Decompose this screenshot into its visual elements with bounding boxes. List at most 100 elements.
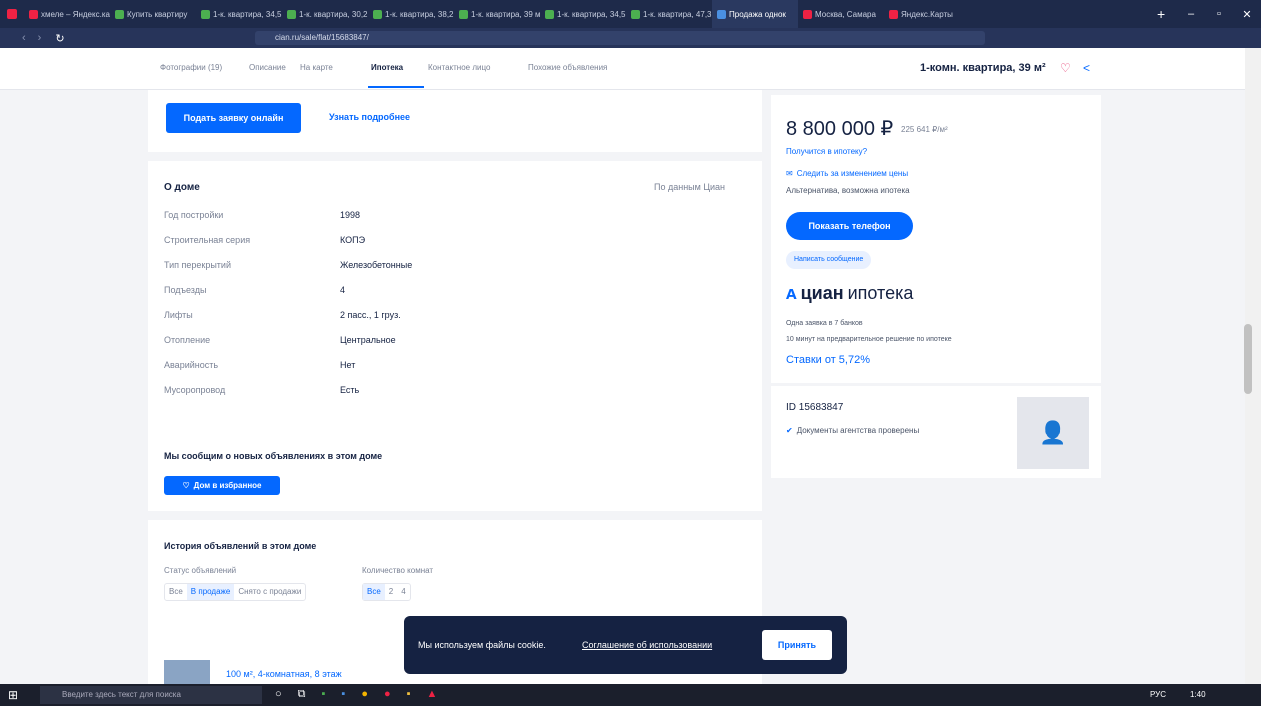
listing-title: 1-комн. квартира, 39 м² — [920, 62, 1046, 74]
cookie-text: Мы используем файлы cookie. — [418, 640, 546, 650]
rates-link[interactable]: Ставки от 5,72% — [786, 354, 870, 366]
nav-map[interactable]: На карте — [300, 63, 333, 72]
scrollbar-thumb[interactable] — [1244, 324, 1252, 394]
house-prop-label: Аварийность — [164, 360, 219, 370]
browser-tab[interactable]: Яндекс.Карты — [884, 0, 970, 28]
tab-label: Москва, Самара — [815, 9, 876, 19]
nav-photos[interactable]: Фотографии (19) — [160, 63, 222, 72]
new-tab-button[interactable]: + — [1157, 6, 1177, 22]
tab-favicon-icon — [459, 9, 468, 19]
browser-tab[interactable]: 1-к. квартира, 39 м — [454, 0, 540, 28]
sale-note: Альтернатива, возможна ипотека — [786, 186, 910, 195]
tab-favicon-icon — [717, 9, 726, 19]
browser-tab[interactable]: 1-к. квартира, 30,2 м — [282, 0, 368, 28]
tab-label: хмеле – Яндекс.ка — [41, 9, 110, 19]
cookie-link[interactable]: Соглашение об использовании — [582, 640, 712, 650]
tab-favicon-icon — [889, 9, 898, 19]
house-prop-value: Есть — [340, 385, 360, 395]
explorer-icon[interactable]: ▪ — [407, 688, 411, 701]
learn-more-link[interactable]: Узнать подробнее — [329, 112, 410, 122]
window-maximize-icon[interactable]: ▫ — [1205, 8, 1233, 20]
tab-label: 1-к. квартира, 30,2 м — [299, 9, 368, 19]
taskbar-lang: РУС — [1150, 690, 1167, 699]
taskbar-time: 1:40 — [1190, 690, 1206, 699]
house-favorite-label: Дом в избранное — [193, 481, 262, 490]
ipoteka-line-2: 10 минут на предварительное решение по и… — [786, 336, 952, 343]
browser-tab[interactable]: 1-к. квартира, 38,2 м — [368, 0, 454, 28]
house-prop-label: Строительная серия — [164, 235, 251, 245]
status-on-sale[interactable]: В продаже — [186, 584, 235, 600]
house-source: По данным Циан — [654, 182, 725, 192]
agent-avatar-icon[interactable]: 👤 — [1017, 397, 1089, 469]
nav-mortgage[interactable]: Ипотека — [371, 63, 403, 72]
nav-description[interactable]: Описание — [249, 63, 286, 72]
status-filter: Все В продаже Снято с продажи — [164, 583, 307, 601]
price-value: 8 800 000 ₽ — [786, 118, 894, 140]
mortgage-question-link[interactable]: Получится в ипотеку? — [786, 147, 867, 156]
status-label: Статус объявлений — [164, 566, 237, 575]
rooms-2[interactable]: 2 — [385, 584, 397, 600]
history-thumbnail[interactable] — [164, 660, 210, 686]
status-all[interactable]: Все — [165, 584, 187, 600]
write-message-button[interactable]: Написать сообщение — [786, 251, 872, 269]
tab-label: 1-к. квартира, 39 м — [471, 9, 540, 19]
tab-favicon-icon — [115, 9, 124, 19]
rooms-label: Количество комнат — [362, 566, 434, 575]
nav-contact[interactable]: Контактное лицо — [428, 63, 490, 72]
cortana-icon[interactable]: ○ — [275, 688, 282, 701]
window-minimize-icon[interactable]: – — [1177, 8, 1205, 20]
browser-tab[interactable]: Купить квартиру — [110, 0, 196, 28]
word-icon[interactable]: ▪ — [341, 688, 345, 701]
acrobat-icon[interactable]: ▲ — [427, 688, 438, 701]
windows-start-icon[interactable]: ⊞ — [8, 688, 18, 702]
check-icon: ✔ — [786, 426, 793, 435]
house-favorite-button[interactable]: ♡ Дом в избранное — [164, 476, 280, 495]
notify-text: Мы сообщим о новых объявлениях в этом до… — [164, 451, 383, 461]
url-field[interactable]: cian.ru/sale/flat/15683847/ — [255, 31, 985, 45]
chrome-icon[interactable]: ● — [361, 688, 368, 701]
tab-favicon-icon — [631, 9, 640, 19]
cookie-accept-button[interactable]: Принять — [762, 630, 832, 660]
excel-icon[interactable]: ▪ — [322, 688, 326, 701]
watch-price-link[interactable]: ✉ Следить за изменением цены — [786, 169, 908, 178]
taskbar-search[interactable]: Введите здесь текст для поиска — [40, 686, 262, 704]
back-icon[interactable]: ‹ — [22, 32, 26, 44]
history-row-title[interactable]: 100 м², 4-комнатная, 8 этаж — [226, 669, 342, 679]
browser-tab[interactable]: Продажа однок — [712, 0, 798, 28]
status-removed[interactable]: Снято с продажи — [234, 584, 305, 600]
tab-label: Купить квартиру — [127, 9, 188, 19]
heart-outline-icon: ♡ — [182, 481, 190, 490]
house-prop-label: Тип перекрытий — [164, 260, 231, 270]
rooms-4[interactable]: 4 — [397, 584, 409, 600]
tab-label: 1-к. квартира, 38,2 м — [385, 9, 454, 19]
cian-ipoteka-logo: ᴀ циан ипотека — [786, 283, 913, 304]
browser-tab[interactable]: Москва, Самара — [798, 0, 884, 28]
reload-icon[interactable]: ↻ — [55, 32, 64, 45]
envelope-icon: ✉ — [786, 169, 793, 178]
verified-row: ✔ Документы агентства проверены — [786, 426, 919, 435]
house-prop-value: КОПЭ — [340, 235, 366, 245]
price-per-meter: 225 641 ₽/м² — [901, 125, 948, 134]
apply-online-button[interactable]: Подать заявку онлайн — [166, 103, 301, 133]
rooms-filter: Все 2 4 — [362, 583, 411, 601]
forward-icon[interactable]: › — [38, 32, 42, 44]
browser-tab[interactable]: 1-к. квартира, 34,5 м — [540, 0, 626, 28]
browser-tab[interactable]: 1-к. квартира, 47,3 м — [626, 0, 712, 28]
nav-similar[interactable]: Похожие объявления — [528, 63, 607, 72]
house-prop-value: 2 пасс., 1 груз. — [340, 310, 401, 320]
browser-tab-bar: хмеле – Яндекс.ка Купить квартиру 1-к. ква… — [0, 0, 1261, 28]
show-phone-button[interactable]: Показать телефон — [786, 212, 913, 240]
share-icon[interactable]: < — [1083, 61, 1090, 75]
browser-menu-icon[interactable] — [0, 0, 24, 28]
browser-tab[interactable]: хмеле – Яндекс.ка — [24, 0, 110, 28]
window-close-icon[interactable]: ✕ — [1233, 8, 1261, 21]
taskbar-apps: ○ ⧉ ▪ ▪ ● ● ▪ ▲ — [275, 688, 437, 701]
logo-ipoteka: ипотека — [847, 283, 914, 303]
house-prop-value: Нет — [340, 360, 356, 370]
heart-icon[interactable]: ♡ — [1060, 61, 1071, 75]
task-view-icon[interactable]: ⧉ — [298, 688, 306, 701]
yandex-browser-icon[interactable]: ● — [384, 688, 391, 701]
tab-favicon-icon — [803, 9, 812, 19]
browser-tab[interactable]: 1-к. квартира, 34,5 м — [196, 0, 282, 28]
rooms-all[interactable]: Все — [363, 584, 385, 600]
